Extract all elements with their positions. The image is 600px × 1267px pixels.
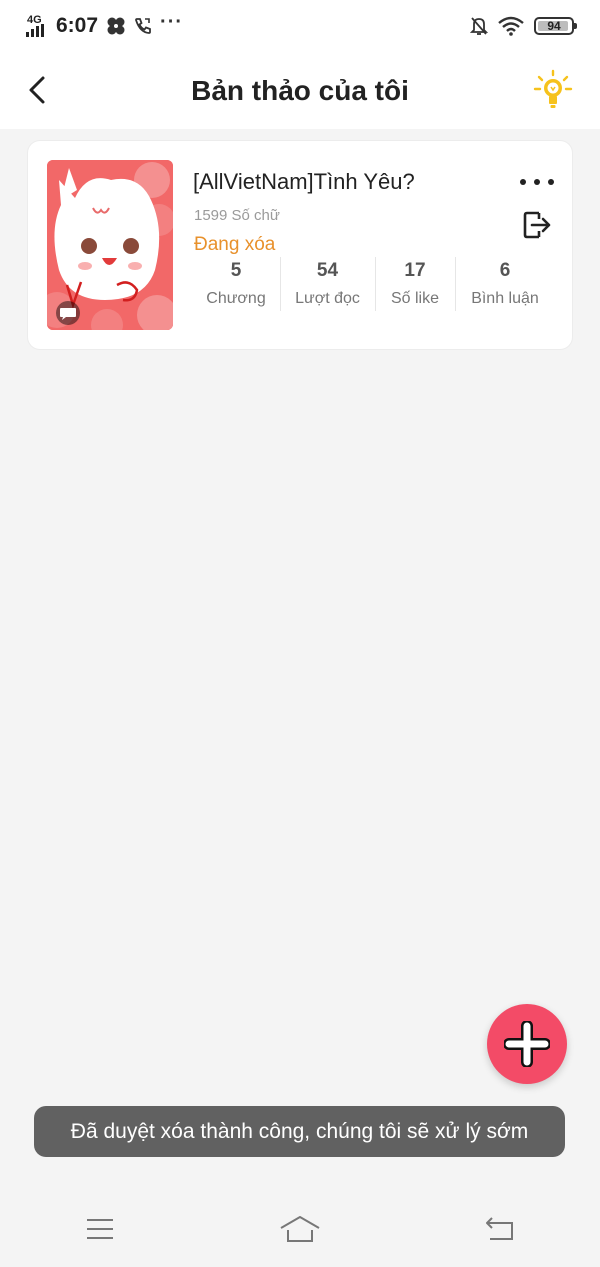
story-card[interactable]: [AllVietNam]Tình Yêu? 1599 Số chữ Đang x… [28,141,572,349]
dot-icon [534,179,540,185]
story-title[interactable]: [AllVietNam]Tình Yêu? [193,169,415,195]
story-cover-image[interactable] [47,160,173,330]
system-nav-bar [0,1190,600,1267]
word-count: 1599 Số chữ [194,207,280,224]
exit-icon [523,211,551,239]
status-more: ··· [160,10,184,33]
status-bar: 4G 6:07 ··· 94 [0,0,600,52]
dot-icon [520,179,526,185]
home-icon [280,1215,320,1242]
home-button[interactable] [270,1207,330,1251]
stat-label: Bình luận [471,290,539,307]
story-stats: 5 Chương 54 Lượt đọc 17 Số like 6 Bình l… [192,257,562,311]
signal-icon: 4G [26,15,48,37]
status-left: 4G 6:07 ··· [26,10,184,38]
stat-reads: 54 Lượt đọc [280,257,375,311]
lightbulb-icon [533,69,573,108]
battery-icon: 94 [534,17,577,35]
bell-off-icon [470,16,488,36]
toast-message: Đã duyệt xóa thành công, chúng tôi sẽ xử… [34,1106,565,1157]
stat-value: 6 [499,260,511,281]
chevron-left-icon [29,76,45,104]
stat-value: 5 [230,260,242,281]
stat-value: 17 [404,260,426,281]
exit-button[interactable] [522,209,554,241]
battery-level: 94 [547,19,561,33]
wifi-icon [498,16,524,36]
fan-icon [106,16,126,36]
stat-label: Lượt đọc [295,290,360,307]
return-icon [486,1216,513,1240]
stat-label: Số like [390,290,440,307]
app-header: Bản thảo của tôi [0,52,600,129]
stat-comments: 6 Bình luận [455,257,555,311]
more-options-button[interactable] [520,171,554,193]
stat-likes: 17 Số like [375,257,455,311]
call-icon [134,17,152,35]
stat-label: Chương [206,290,266,307]
return-button[interactable] [470,1207,530,1251]
stat-chapters: 5 Chương [192,257,280,311]
stat-value: 54 [316,260,339,281]
back-button[interactable] [22,72,52,108]
dot-icon [548,179,554,185]
menu-button[interactable] [70,1207,130,1251]
plus-icon [504,1021,550,1067]
status-right: 94 [470,16,577,36]
status-time: 6:07 [56,14,99,37]
story-status: Đang xóa [194,234,276,255]
tip-button[interactable] [532,68,574,112]
menu-icon [87,1218,113,1239]
chat-bubble-icon [56,301,80,325]
add-story-button[interactable] [487,1004,567,1084]
page-title: Bản thảo của tôi [191,74,409,106]
